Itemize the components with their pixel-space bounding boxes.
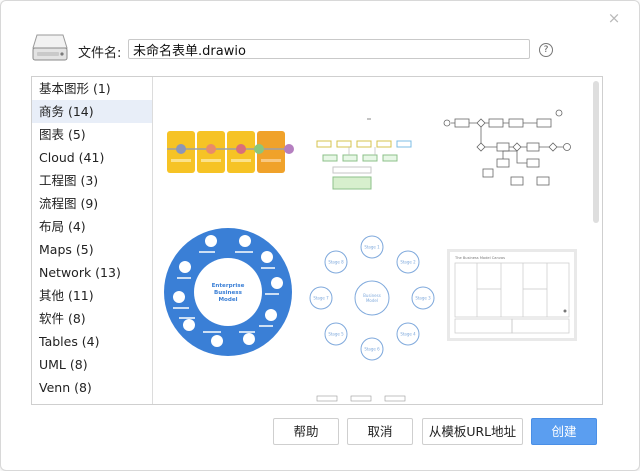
category-item[interactable]: 基本图形 (1): [32, 77, 152, 100]
svg-text:Stage 8: Stage 8: [328, 260, 344, 265]
category-item[interactable]: Tables (4): [32, 330, 152, 353]
category-item[interactable]: 布局 (4): [32, 215, 152, 238]
from-template-url-button[interactable]: 从模板URL地址: [422, 418, 523, 445]
svg-text:Enterprise: Enterprise: [212, 283, 245, 289]
svg-text:Stage 5: Stage 5: [328, 332, 344, 337]
svg-text:Stage 7: Stage 7: [313, 296, 329, 301]
svg-text:Business: Business: [214, 290, 243, 296]
help-button[interactable]: 帮助: [273, 418, 339, 445]
template-enterprise-business-model[interactable]: Enterprise Business Model: [163, 227, 293, 357]
category-item[interactable]: Network (13): [32, 261, 152, 284]
template-panel: 基本图形 (1) 商务 (14) 图表 (5) Cloud (41) 工程图 (3) 流程…: [31, 76, 603, 405]
cancel-button[interactable]: 取消: [347, 418, 413, 445]
category-item[interactable]: Maps (5): [32, 238, 152, 261]
svg-text:Stage 2: Stage 2: [400, 260, 416, 265]
filename-input[interactable]: [128, 39, 530, 59]
category-item[interactable]: UML (8): [32, 353, 152, 376]
template-partial-row[interactable]: [309, 393, 435, 405]
template-process-colors[interactable]: [315, 117, 425, 192]
template-grid: Enterprise Business Model Business Model…: [153, 77, 602, 404]
help-icon[interactable]: ?: [539, 43, 553, 57]
filename-label: 文件名:: [78, 46, 122, 61]
template-business-model-canvas[interactable]: The Business Model Canvas: [447, 249, 577, 341]
svg-text:Model: Model: [366, 298, 378, 303]
category-item[interactable]: 工程图 (3): [32, 169, 152, 192]
category-item[interactable]: 图表 (5): [32, 123, 152, 146]
category-item[interactable]: Cloud (41): [32, 146, 152, 169]
template-cycle-stages[interactable]: Business Model Stage 1 Stage 2 Stage 3 S…: [309, 235, 435, 361]
drive-icon: [32, 34, 68, 61]
category-item[interactable]: 商务 (14): [32, 100, 152, 123]
close-icon[interactable]: ×: [607, 11, 621, 26]
category-item[interactable]: 软件 (8): [32, 307, 152, 330]
template-bpmn[interactable]: [443, 107, 583, 197]
svg-text:Stage 1: Stage 1: [364, 245, 380, 250]
category-item[interactable]: 其他 (11): [32, 284, 152, 307]
svg-text:Stage 6: Stage 6: [364, 347, 380, 352]
create-button[interactable]: 创建: [531, 418, 597, 445]
category-list: 基本图形 (1) 商务 (14) 图表 (5) Cloud (41) 工程图 (3) 流程…: [32, 77, 153, 404]
category-item[interactable]: 流程图 (9): [32, 192, 152, 215]
category-item[interactable]: Venn (8): [32, 376, 152, 399]
new-diagram-dialog: × 文件名: ? 基本图形 (1)商务 (14)图表 (5)Cloud (41)…: [0, 0, 640, 471]
svg-text:Stage 3: Stage 3: [415, 296, 431, 301]
svg-text:The Business Model Canvas: The Business Model Canvas: [454, 256, 505, 260]
svg-text:Stage 4: Stage 4: [400, 332, 416, 337]
template-scrollbar[interactable]: [593, 81, 599, 223]
svg-text:Model: Model: [218, 297, 237, 303]
template-roadmap[interactable]: [165, 127, 297, 177]
